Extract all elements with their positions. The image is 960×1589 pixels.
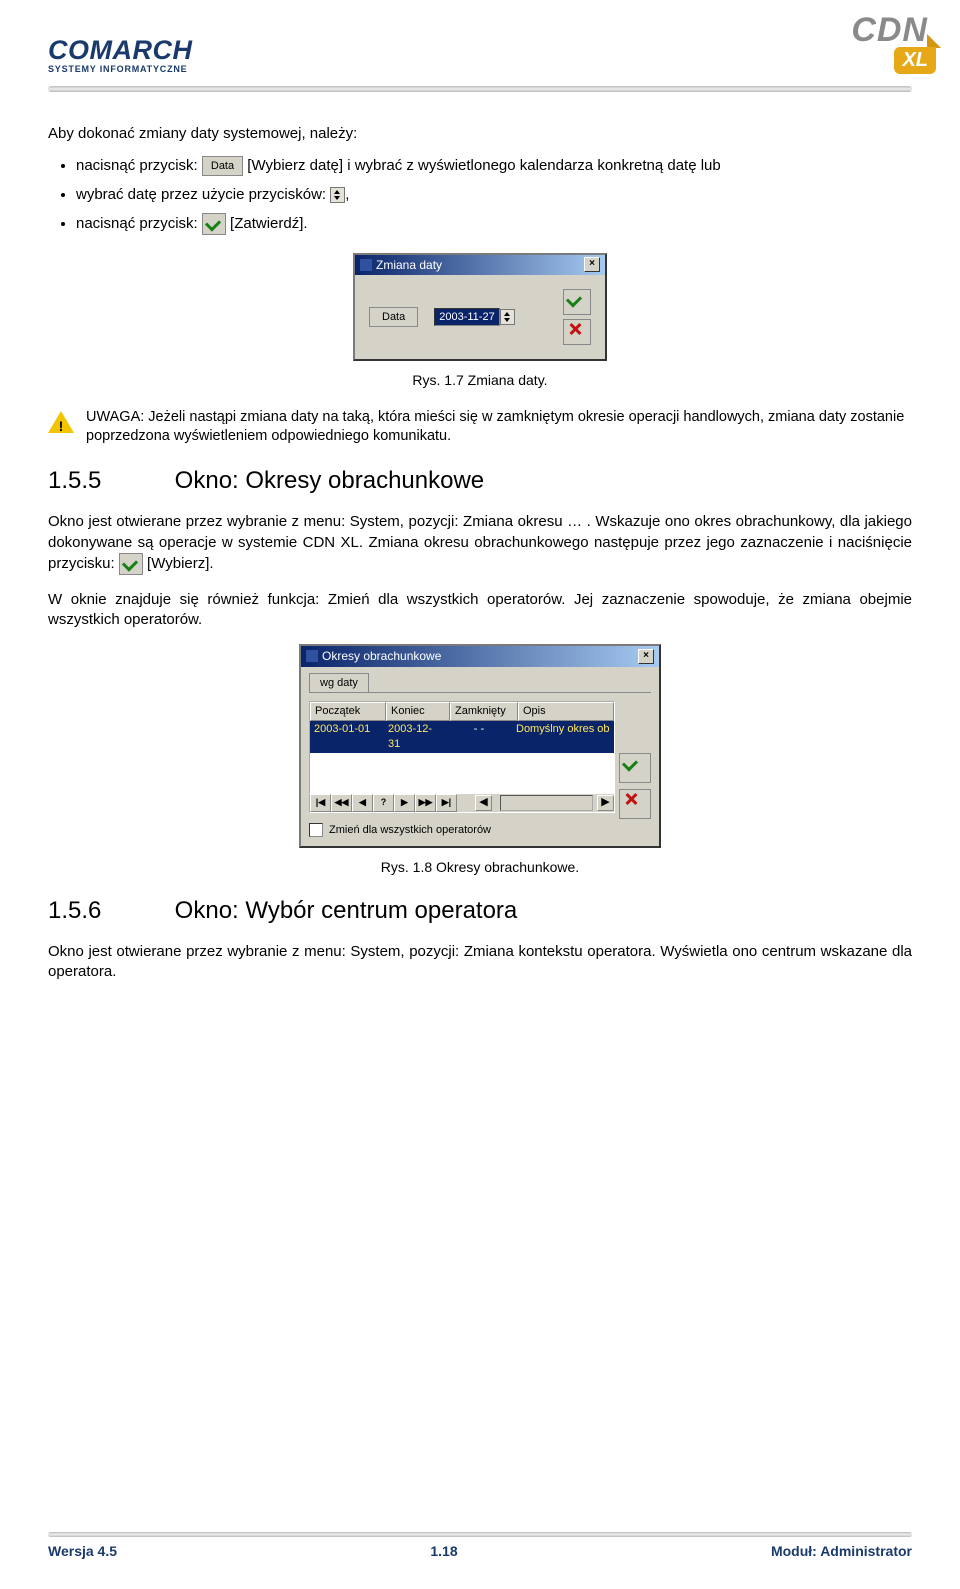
hscroll-track[interactable]	[500, 795, 593, 811]
okresy-title-text: Okresy obrachunkowe	[322, 648, 441, 664]
section-number: 1.5.6	[48, 895, 168, 927]
comarch-logo: COMARCH SYSTEMY INFORMATYCZNE	[48, 35, 193, 74]
date-spinner-icon[interactable]	[500, 309, 515, 325]
dialog-body: Data 2003-11-27	[355, 275, 605, 359]
close-icon[interactable]: ×	[638, 649, 654, 664]
brand-subtitle: SYSTEMY INFORMATYCZNE	[48, 64, 187, 74]
step-1: nacisnąć przycisk: Data [Wybierz datę] i…	[76, 156, 912, 176]
figure-caption-1: Rys. 1.7 Zmiana daty.	[48, 371, 912, 390]
divider-top	[48, 86, 912, 92]
section-1-5-5-text: Okno jest otwierane przez wybranie z men…	[48, 512, 912, 575]
step3-suffix: [Zatwierdź].	[230, 215, 308, 232]
okresy-cancel-button[interactable]	[619, 789, 651, 819]
nav-last-icon[interactable]: ▶|	[436, 794, 457, 812]
section-1-5-6-text: Okno jest otwierane przez wybranie z men…	[48, 942, 912, 983]
step-2: wybrać datę przez użycie przycisków: ,	[76, 185, 912, 205]
spinner-icon[interactable]	[330, 187, 345, 203]
step3-prefix: nacisnąć przycisk:	[76, 215, 202, 232]
divider-bottom	[48, 1532, 912, 1537]
dialog-title-text: Zmiana daty	[376, 257, 442, 273]
nav-forward-icon[interactable]: ▶▶	[415, 794, 436, 812]
cdnxl-logo: CDN XL	[792, 5, 942, 80]
table-row[interactable]: 2003-01-01 2003-12-31 - - Domyślny okres…	[310, 721, 614, 753]
intro-line: Aby dokonać zmiany daty systemowej, nale…	[48, 124, 912, 144]
cancel-button[interactable]	[563, 319, 591, 345]
cell-poczatek: 2003-01-01	[310, 721, 384, 753]
content: Aby dokonać zmiany daty systemowej, nale…	[48, 124, 912, 983]
step2-prefix: wybrać datę przez użycie przycisków:	[76, 186, 330, 203]
nav-first-icon[interactable]: |◀	[310, 794, 331, 812]
footer-page-number: 1.18	[430, 1543, 457, 1559]
cell-opis: Domyślny okres ob	[512, 721, 614, 753]
close-icon[interactable]: ×	[584, 257, 600, 272]
okresy-table: Początek Koniec Zamknięty Opis 2003-01-0…	[309, 701, 615, 794]
window-icon	[306, 650, 318, 662]
s155-text-c: W oknie znajduje się również funkcja: Zm…	[48, 590, 912, 631]
okresy-figure: Okresy obrachunkowe × wg daty Początek K…	[48, 644, 912, 847]
footer-module: Moduł: Administrator	[771, 1543, 912, 1559]
nav-prev-icon[interactable]: ◀	[352, 794, 373, 812]
col-zamkniety[interactable]: Zamknięty	[450, 702, 518, 721]
cell-koniec: 2003-12-31	[384, 721, 446, 753]
section-1-5-6-heading: 1.5.6 Okno: Wybór centrum operatora	[48, 895, 912, 927]
page-header: COMARCH SYSTEMY INFORMATYCZNE CDN XL	[48, 35, 912, 80]
col-koniec[interactable]: Koniec	[386, 702, 450, 721]
cell-zamkniety: - -	[446, 721, 512, 753]
col-poczatek[interactable]: Początek	[310, 702, 386, 721]
date-field[interactable]: 2003-11-27	[434, 308, 499, 327]
change-all-checkbox[interactable]	[309, 823, 323, 837]
okresy-dialog: Okresy obrachunkowe × wg daty Początek K…	[299, 644, 661, 847]
step2-suffix: ,	[345, 186, 349, 203]
warning-icon: !	[48, 411, 74, 433]
zmiana-daty-dialog: Zmiana daty × Data 2003-11-27	[353, 253, 607, 361]
nav-rewind-icon[interactable]: ◀◀	[331, 794, 352, 812]
tab-wg-daty[interactable]: wg daty	[309, 673, 369, 693]
change-all-label: Zmień dla wszystkich operatorów	[329, 823, 491, 838]
hscroll-right-icon[interactable]: ▶	[597, 795, 614, 811]
section-number: 1.5.5	[48, 465, 168, 497]
window-icon	[360, 259, 372, 271]
footer-version: Wersja 4.5	[48, 1543, 117, 1559]
xl-box: XL	[894, 47, 936, 74]
section-title: Okno: Okresy obrachunkowe	[175, 467, 484, 494]
confirm-button[interactable]	[563, 289, 591, 315]
figure-caption-2: Rys. 1.8 Okresy obrachunkowe.	[48, 858, 912, 877]
record-navigator: |◀ ◀◀ ◀ ? ▶ ▶▶ ▶| ◀ ▶	[309, 794, 615, 813]
cdn-text: CDN	[851, 11, 928, 50]
data-button[interactable]: Data	[369, 307, 418, 328]
warning-box: ! UWAGA: Jeżeli nastąpi zmiana daty na t…	[48, 408, 912, 447]
nav-next-icon[interactable]: ▶	[394, 794, 415, 812]
s155-text-b: [Wybierz].	[147, 555, 214, 572]
step-3: nacisnąć przycisk: [Zatwierdź].	[76, 213, 912, 235]
step1-suffix: [Wybierz datę] i wybrać z wyświetlonego …	[247, 157, 720, 174]
okresy-titlebar: Okresy obrachunkowe ×	[301, 646, 659, 666]
page-footer: Wersja 4.5 1.18 Moduł: Administrator	[48, 1532, 912, 1559]
steps-list: nacisnąć przycisk: Data [Wybierz datę] i…	[76, 156, 912, 235]
table-header-row: Początek Koniec Zamknięty Opis	[310, 702, 614, 721]
dialog-titlebar: Zmiana daty ×	[355, 255, 605, 275]
zmiana-daty-figure: Zmiana daty × Data 2003-11-27	[48, 253, 912, 361]
warning-text: UWAGA: Jeżeli nastąpi zmiana daty na tak…	[86, 408, 912, 447]
section-1-5-5-heading: 1.5.5 Okno: Okresy obrachunkowe	[48, 465, 912, 497]
okresy-bottom: Zmień dla wszystkich operatorów	[309, 823, 651, 838]
wybierz-icon[interactable]	[119, 553, 143, 575]
check-icon-inline[interactable]	[202, 213, 226, 235]
section-title: Okno: Wybór centrum operatora	[175, 897, 518, 924]
data-button-inline[interactable]: Data	[202, 156, 243, 176]
table-empty-area	[310, 753, 614, 793]
okresy-confirm-button[interactable]	[619, 753, 651, 783]
col-opis[interactable]: Opis	[518, 702, 614, 721]
okresy-tabs: wg daty	[309, 673, 651, 694]
brand-name: COMARCH	[48, 35, 193, 66]
hscroll-left-icon[interactable]: ◀	[475, 795, 492, 811]
step1-prefix: nacisnąć przycisk:	[76, 157, 202, 174]
xl-flap	[927, 34, 941, 48]
nav-query-icon[interactable]: ?	[373, 794, 394, 812]
